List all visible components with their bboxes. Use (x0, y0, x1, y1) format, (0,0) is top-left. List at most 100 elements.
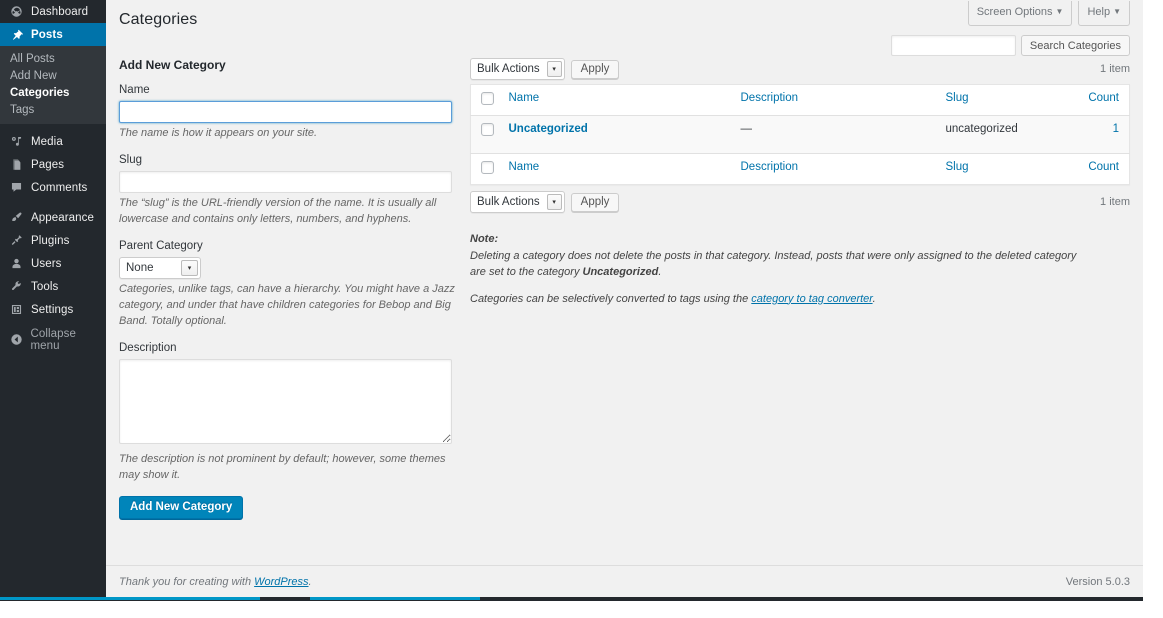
name-label: Name (119, 84, 464, 96)
sidebar-item-label: Dashboard (31, 6, 88, 18)
sidebar-item-dashboard[interactable]: Dashboard (0, 0, 106, 23)
submenu-item-tags[interactable]: Tags (0, 101, 106, 118)
submenu-item-add-new[interactable]: Add New (0, 67, 106, 84)
column-header-slug-bottom[interactable]: Slug (936, 154, 1066, 185)
slug-input[interactable] (119, 171, 452, 193)
submenu-item-categories[interactable]: Categories (0, 84, 106, 101)
sidebar-item-tools[interactable]: Tools (0, 275, 106, 298)
row-name-cell: Uncategorized (499, 116, 731, 154)
select-all-checkbox-top[interactable] (481, 92, 494, 105)
table-body: Uncategorized — uncategorized 1 (471, 116, 1130, 154)
sidebar-item-users[interactable]: Users (0, 252, 106, 275)
field-name: Name (119, 84, 464, 123)
table-foot: Name Description Slug Count (471, 154, 1130, 185)
wordpress-link[interactable]: WordPress (254, 576, 308, 588)
browser-bottom-accent (0, 597, 260, 600)
help-button[interactable]: Help▼ (1078, 1, 1130, 26)
sidebar-item-plugins[interactable]: Plugins (0, 229, 106, 252)
field-parent-category: Parent Category None ▾ (119, 240, 464, 279)
sidebar-item-pages[interactable]: Pages (0, 153, 106, 176)
table-header-row: Name Description Slug Count (471, 85, 1130, 116)
sidebar-item-label: Collapse menu (30, 328, 106, 352)
pushpin-icon (8, 28, 25, 41)
submenu-item-all-posts[interactable]: All Posts (0, 50, 106, 67)
name-input[interactable] (119, 101, 452, 123)
add-new-category-button[interactable]: Add New Category (119, 496, 243, 519)
column-header-slug-top[interactable]: Slug (936, 85, 1066, 116)
row-checkbox-cell (471, 116, 499, 154)
note-text-1a: Deleting a category does not delete the … (470, 250, 1076, 279)
help-label: Help (1087, 6, 1110, 18)
note-text-2b: . (873, 293, 876, 305)
sidebar-separator (0, 199, 106, 206)
column-header-name-bottom[interactable]: Name (499, 154, 731, 185)
select-all-header-top (471, 85, 499, 116)
footer-thanks: Thank you for creating with WordPress. (119, 576, 312, 588)
displaying-num-top: 1 item (1100, 63, 1130, 75)
table-head: Name Description Slug Count (471, 85, 1130, 116)
field-description: Description (119, 342, 464, 449)
note-text-2a: Categories can be selectively converted … (470, 293, 751, 305)
description-label: Description (119, 342, 464, 354)
select-all-checkbox-bottom[interactable] (481, 161, 494, 174)
category-to-tag-converter-link[interactable]: category to tag converter (751, 293, 872, 305)
pages-icon (8, 158, 25, 171)
screenshot-root: Dashboard Posts All Posts Add New Catego… (0, 0, 1163, 618)
parent-category-select[interactable]: None ▾ (119, 257, 201, 279)
screen-options-button[interactable]: Screen Options▼ (968, 1, 1073, 26)
category-count-link[interactable]: 1 (1113, 123, 1119, 135)
row-checkbox[interactable] (481, 123, 494, 136)
field-slug: Slug (119, 154, 464, 193)
description-textarea[interactable] (119, 359, 452, 444)
sidebar-item-media[interactable]: Media (0, 130, 106, 153)
chevron-down-icon: ▼ (1113, 7, 1121, 16)
note-text-1c: . (658, 266, 661, 278)
dashboard-gauge-icon (8, 5, 25, 18)
note-block: Note: Deleting a category does not delet… (470, 231, 1090, 307)
sidebar-item-label: Settings (31, 304, 73, 316)
column-header-name-top[interactable]: Name (499, 85, 731, 116)
sidebar-item-posts[interactable]: Posts (0, 23, 106, 46)
apply-button-bottom[interactable]: Apply (571, 193, 620, 212)
category-name-link[interactable]: Uncategorized (509, 123, 588, 135)
column-header-count-top[interactable]: Count (1066, 85, 1130, 116)
note-paragraph-1: Note: Deleting a category does not delet… (470, 231, 1090, 281)
chevron-down-icon: ▼ (1056, 7, 1064, 16)
sidebar-item-label: Media (31, 136, 63, 148)
slug-description: The “slug” is the URL-friendly version o… (119, 196, 455, 228)
sidebar-item-label: Plugins (31, 235, 69, 247)
search-submit-button[interactable]: Search Categories (1021, 35, 1130, 56)
parent-category-selected-value: None (126, 262, 154, 274)
column-header-description-bottom[interactable]: Description (731, 154, 936, 185)
bulk-actions-select-bottom[interactable]: Bulk Actions ▾ (470, 191, 565, 213)
category-list-panel: Bulk Actions ▾ Apply 1 item Name Descri (470, 56, 1130, 317)
sidebar-item-settings[interactable]: Settings (0, 298, 106, 321)
slug-label: Slug (119, 154, 464, 166)
admin-body: Screen Options▼ Help▼ Categories Search … (106, 0, 1143, 597)
column-header-count-bottom[interactable]: Count (1066, 154, 1130, 185)
bulk-actions-select-top[interactable]: Bulk Actions ▾ (470, 58, 565, 80)
parent-category-label: Parent Category (119, 240, 464, 252)
paintbrush-icon (8, 211, 25, 224)
sidebar-item-comments[interactable]: Comments (0, 176, 106, 199)
search-input[interactable] (891, 35, 1016, 56)
sidebar-item-collapse-menu[interactable]: Collapse menu (0, 328, 106, 351)
user-icon (8, 257, 25, 270)
tablenav-top: Bulk Actions ▾ Apply 1 item (470, 56, 1130, 82)
sidebar-item-appearance[interactable]: Appearance (0, 206, 106, 229)
name-description: The name is how it appears on your site. (119, 126, 455, 142)
footer-thanks-suffix: . (309, 576, 312, 588)
apply-button-top[interactable]: Apply (571, 60, 620, 79)
plug-icon (8, 234, 25, 247)
note-label: Note: (470, 231, 1090, 248)
description-help: The description is not prominent by defa… (119, 452, 455, 484)
bulk-actions-selected-value: Bulk Actions (477, 196, 540, 208)
column-header-description-top[interactable]: Description (731, 85, 936, 116)
posts-submenu: All Posts Add New Categories Tags (0, 46, 106, 124)
tablenav-bottom: Bulk Actions ▾ Apply 1 item (470, 189, 1130, 215)
table-row: Uncategorized — uncategorized 1 (471, 116, 1130, 154)
settings-sliders-icon (8, 303, 25, 316)
page-title: Categories (119, 11, 197, 29)
media-camera-icon (8, 135, 25, 148)
displaying-num-bottom: 1 item (1100, 196, 1130, 208)
